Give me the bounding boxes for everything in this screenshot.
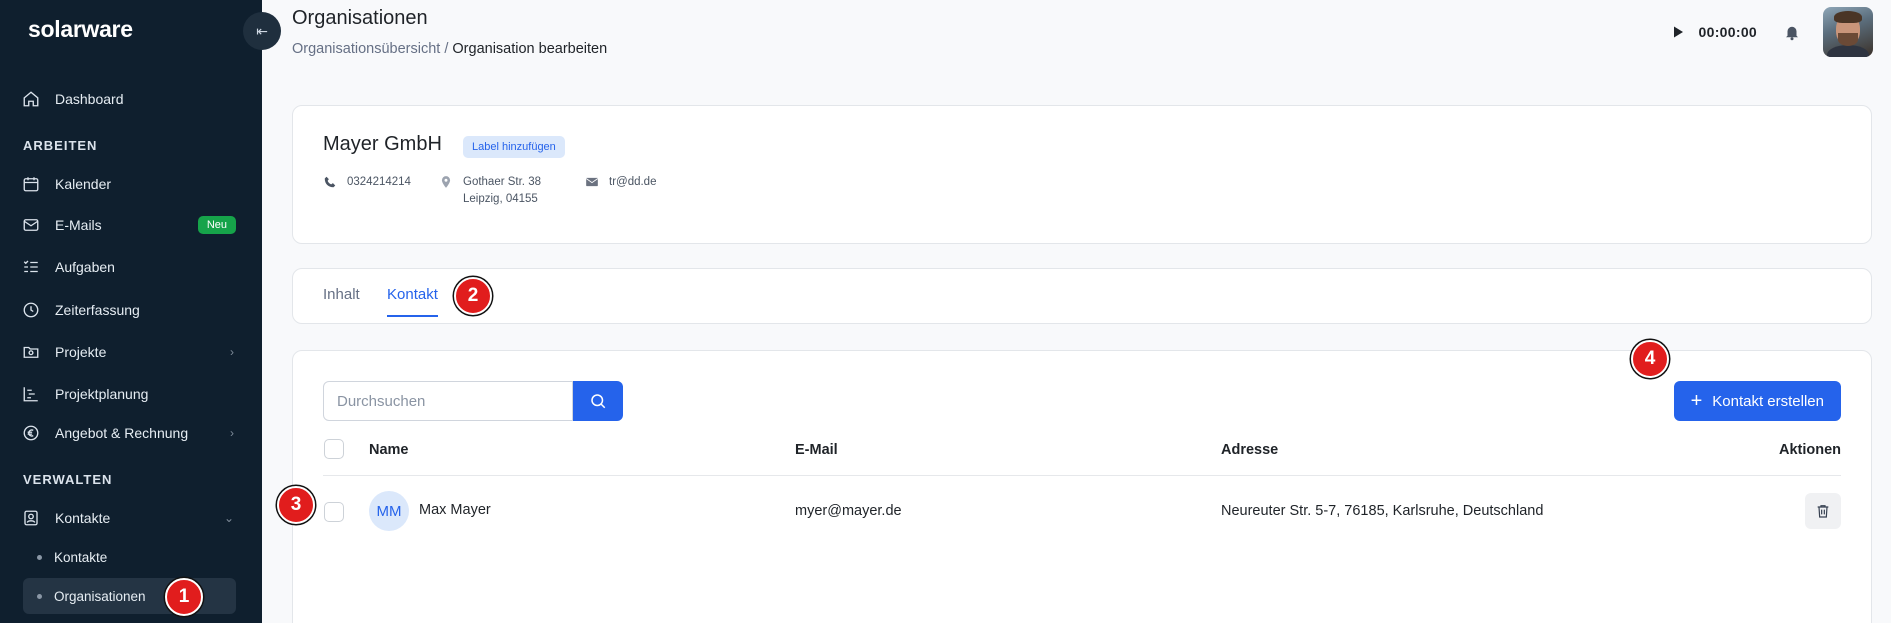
home-icon	[22, 90, 40, 108]
contact-email: myer@mayer.de	[795, 503, 902, 519]
column-header-actions: Aktionen	[1778, 442, 1841, 458]
sidebar-item-label: Kalender	[55, 176, 112, 192]
chevron-right-icon: ›	[230, 426, 234, 440]
breadcrumb-separator: /	[440, 41, 453, 57]
add-label-button[interactable]: Label hinzufügen	[463, 136, 565, 158]
contact-icon	[22, 509, 40, 527]
organization-address-line2: Leipzig, 04155	[463, 193, 538, 205]
column-header-address[interactable]: Adresse	[1221, 442, 1278, 458]
bell-icon[interactable]	[1783, 23, 1801, 41]
create-contact-label: Kontakt erstellen	[1712, 392, 1824, 410]
sidebar-subitem-organisationen[interactable]: Organisationen	[23, 578, 236, 614]
breadcrumb-parent-link[interactable]: Organisationsübersicht	[292, 41, 440, 57]
sidebar-item-label: E-Mails	[55, 217, 102, 233]
organization-address: Gothaer Str. 38 Leipzig, 04155	[439, 174, 541, 208]
create-contact-button[interactable]: + Kontakt erstellen	[1673, 381, 1841, 421]
envelope-icon	[585, 177, 599, 187]
location-pin-icon	[441, 176, 451, 188]
step-marker-4: 4	[1631, 340, 1669, 378]
folder-icon	[22, 343, 40, 361]
sidebar: solarware Dashboard ARBEITEN Kalender E-…	[0, 0, 262, 623]
organization-card: Mayer GmbH Label hinzufügen 0324214214 G…	[292, 105, 1872, 244]
organization-email-value[interactable]: tr@dd.de	[609, 174, 656, 191]
avatar-body	[1827, 45, 1869, 57]
sidebar-item-label: Aufgaben	[55, 259, 115, 275]
sidebar-item-kontakte[interactable]: Kontakte ⌄	[22, 502, 236, 534]
page-title: Organisationen	[292, 7, 428, 29]
play-icon[interactable]	[1671, 25, 1685, 39]
collapse-left-icon: ⇤	[256, 22, 268, 39]
sidebar-item-zeiterfassung[interactable]: Zeiterfassung	[22, 294, 236, 326]
column-header-email[interactable]: E-Mail	[795, 442, 838, 458]
column-header-name[interactable]: Name	[369, 442, 409, 458]
sidebar-item-projektplanung[interactable]: Projektplanung	[22, 378, 236, 410]
contacts-card: + Kontakt erstellen Name E-Mail Adresse …	[292, 350, 1872, 623]
breadcrumb-current: Organisation bearbeiten	[452, 41, 608, 57]
sidebar-item-emails[interactable]: E-Mails Neu	[22, 209, 236, 241]
organization-name: Mayer GmbH	[323, 133, 442, 155]
euro-icon	[22, 424, 40, 442]
sidebar-subitem-label: Organisationen	[54, 588, 146, 604]
calendar-icon	[22, 175, 40, 193]
sidebar-item-angebot-rechnung[interactable]: Angebot & Rechnung ›	[22, 417, 236, 449]
trash-icon	[1817, 505, 1829, 518]
contact-name[interactable]: Max Mayer	[419, 502, 491, 518]
sidebar-item-label: Angebot & Rechnung	[55, 425, 189, 441]
sidebar-subitem-kontakte[interactable]: Kontakte	[23, 539, 236, 575]
sidebar-item-label: Zeiterfassung	[55, 302, 140, 318]
clock-icon	[22, 301, 40, 319]
tasks-icon	[22, 258, 40, 276]
gantt-icon	[22, 385, 40, 403]
sidebar-item-label: Projektplanung	[55, 386, 149, 402]
section-label-arbeiten: ARBEITEN	[23, 138, 98, 153]
delete-contact-button[interactable]	[1805, 493, 1841, 529]
chevron-down-icon: ⌄	[223, 511, 234, 525]
row-checkbox[interactable]	[324, 502, 344, 522]
phone-icon	[324, 176, 336, 188]
search-button[interactable]	[573, 381, 623, 421]
search-input[interactable]	[323, 381, 573, 421]
step-marker-3: 3	[277, 486, 315, 524]
sidebar-subitem-label: Kontakte	[54, 549, 108, 565]
contact-initials-avatar: MM	[369, 491, 409, 531]
app-logo[interactable]: solarware	[28, 16, 133, 43]
step-marker-1: 1	[165, 578, 203, 616]
sidebar-item-label: Projekte	[55, 344, 107, 360]
step-marker-2: 2	[454, 277, 492, 315]
chevron-right-icon: ›	[230, 345, 234, 359]
select-all-checkbox[interactable]	[324, 439, 344, 459]
plus-icon: +	[1690, 390, 1703, 412]
header-actions: 00:00:00	[1671, 7, 1873, 57]
organization-phone: 0324214214	[323, 174, 411, 191]
search-icon	[591, 394, 606, 409]
sidebar-item-label: Kontakte	[55, 510, 111, 526]
mail-icon	[22, 216, 40, 234]
sidebar-item-dashboard[interactable]: Dashboard	[22, 83, 236, 115]
sidebar-item-aufgaben[interactable]: Aufgaben	[22, 251, 236, 283]
breadcrumb: Organisationsübersicht / Organisation be…	[292, 41, 607, 57]
timer-display: 00:00:00	[1698, 24, 1757, 40]
tabs-card: Inhalt Kontakt	[292, 268, 1872, 324]
organization-phone-value: 0324214214	[347, 176, 411, 188]
table-divider	[323, 475, 1841, 476]
bullet-dot	[37, 554, 42, 560]
sidebar-item-projekte[interactable]: Projekte ›	[22, 336, 236, 368]
contact-address: Neureuter Str. 5-7, 76185, Karlsruhe, De…	[1221, 503, 1544, 519]
new-badge: Neu	[197, 216, 236, 234]
avatar-hair	[1834, 11, 1862, 23]
organization-address-line1: Gothaer Str. 38	[463, 176, 541, 188]
collapse-sidebar-button[interactable]: ⇤	[243, 12, 281, 50]
user-avatar[interactable]	[1823, 7, 1873, 57]
bullet-dot	[37, 593, 42, 599]
organization-email: tr@dd.de	[585, 174, 656, 191]
tab-inhalt[interactable]: Inhalt	[323, 286, 360, 315]
tab-kontakt[interactable]: Kontakt	[387, 286, 438, 317]
section-label-verwalten: VERWALTEN	[23, 472, 113, 487]
sidebar-item-kalender[interactable]: Kalender	[22, 168, 236, 200]
avatar-beard	[1838, 33, 1858, 46]
sidebar-item-label: Dashboard	[55, 91, 124, 107]
